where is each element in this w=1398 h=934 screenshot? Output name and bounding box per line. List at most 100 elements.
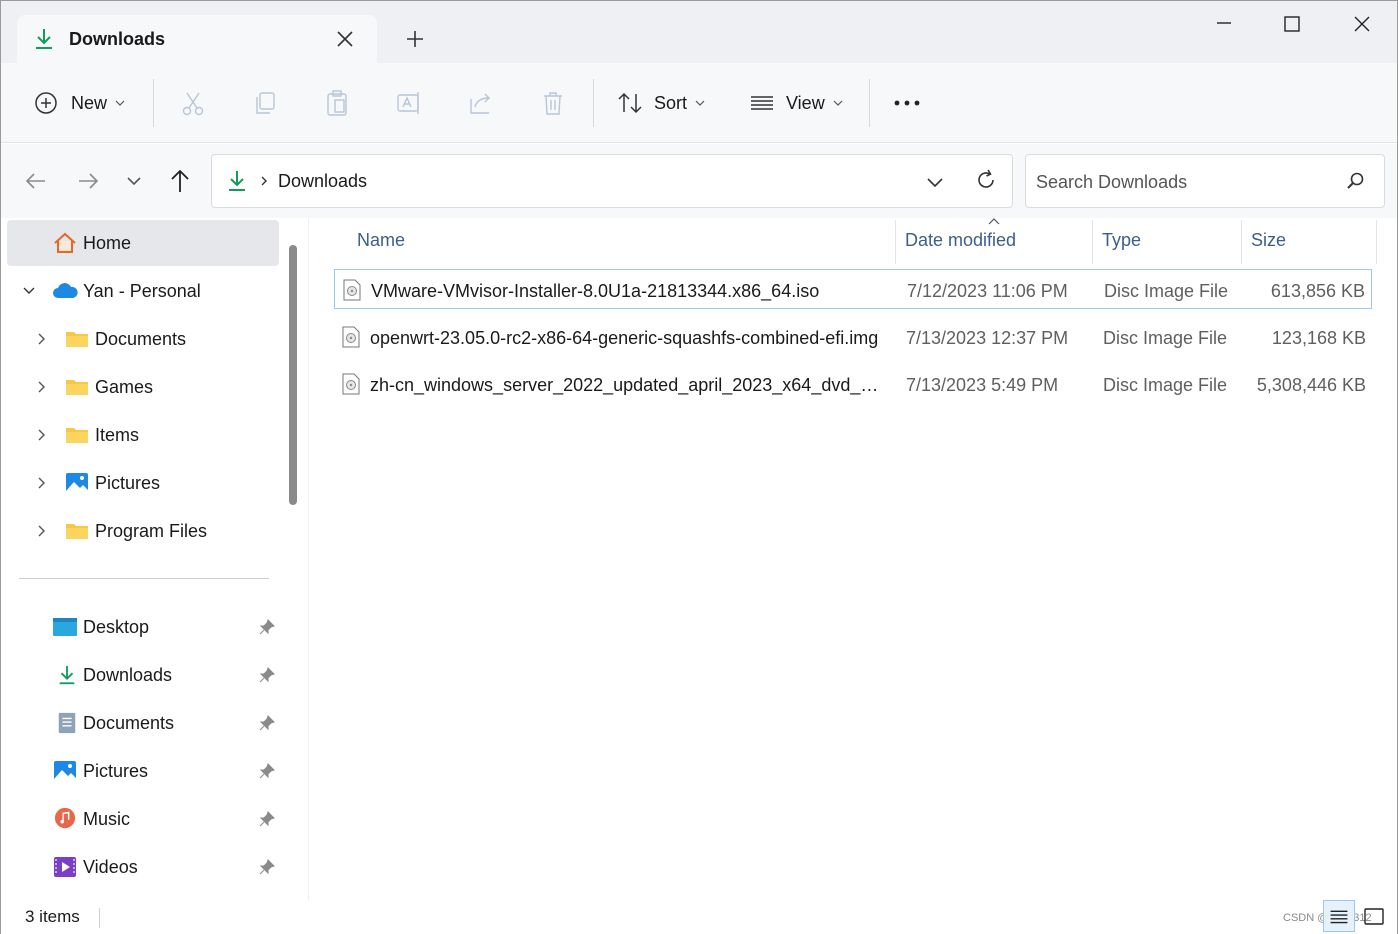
column-divider[interactable] bbox=[1376, 220, 1377, 264]
downloads-icon bbox=[59, 665, 75, 685]
copy-icon[interactable] bbox=[249, 87, 281, 119]
new-button[interactable]: New bbox=[33, 85, 125, 121]
forward-arrow-icon[interactable] bbox=[73, 166, 103, 196]
folder-icon bbox=[66, 380, 88, 395]
chevron-right-icon[interactable] bbox=[33, 379, 49, 395]
back-arrow-icon[interactable] bbox=[21, 166, 51, 196]
disc-image-file-icon bbox=[342, 326, 360, 348]
file-date: 7/13/2023 5:49 PM bbox=[906, 375, 1059, 395]
sidebar-item-downloads[interactable]: Downloads bbox=[7, 652, 279, 698]
sidebar-item-documents[interactable]: Documents bbox=[7, 316, 279, 362]
tiles-view-icon[interactable] bbox=[1361, 904, 1387, 930]
close-window-icon[interactable] bbox=[1339, 11, 1385, 43]
chevron-down-icon bbox=[695, 100, 705, 106]
column-header-date[interactable]: Date modified bbox=[905, 230, 1016, 251]
search-box[interactable] bbox=[1025, 154, 1385, 208]
chevron-right-icon[interactable] bbox=[258, 173, 270, 189]
sort-icon bbox=[618, 92, 642, 114]
delete-icon[interactable] bbox=[537, 87, 569, 119]
up-arrow-icon[interactable] bbox=[165, 166, 195, 196]
file-list: Name Date modified Type Size VMware-VMvi… bbox=[308, 218, 1397, 900]
details-view-icon[interactable] bbox=[1323, 900, 1355, 932]
sidebar-item-label: Documents bbox=[95, 328, 187, 349]
recent-locations-chevron-icon[interactable] bbox=[119, 166, 149, 196]
chevron-right-icon[interactable] bbox=[33, 523, 49, 539]
sidebar-item-music[interactable]: Music bbox=[7, 796, 279, 842]
table-row[interactable]: zh-cn_windows_server_2022_updated_april_… bbox=[334, 364, 1372, 404]
plus-circle-icon bbox=[35, 92, 57, 114]
column-header-type[interactable]: Type bbox=[1102, 230, 1141, 251]
sort-label: Sort bbox=[654, 92, 688, 113]
sidebar-item-home[interactable]: Home bbox=[7, 220, 279, 266]
minimize-icon[interactable] bbox=[1201, 11, 1247, 43]
column-header-size[interactable]: Size bbox=[1251, 230, 1286, 251]
title-bar: Downloads bbox=[1, 1, 1397, 63]
chevron-down-icon bbox=[115, 100, 125, 106]
file-date: 7/13/2023 12:37 PM bbox=[906, 328, 1069, 348]
column-header-name[interactable]: Name bbox=[357, 230, 405, 251]
pin-icon[interactable] bbox=[259, 811, 275, 827]
share-icon[interactable] bbox=[465, 87, 497, 119]
chevron-right-icon[interactable] bbox=[33, 427, 49, 443]
sidebar-item-items[interactable]: Items bbox=[7, 412, 279, 458]
sidebar-item-games[interactable]: Games bbox=[7, 364, 279, 410]
pin-icon[interactable] bbox=[259, 763, 275, 779]
separator bbox=[153, 79, 154, 127]
cut-icon[interactable] bbox=[177, 87, 209, 119]
view-button[interactable]: View bbox=[749, 85, 843, 121]
sidebar-item-documents-quick[interactable]: Documents bbox=[7, 700, 279, 746]
paste-icon[interactable] bbox=[321, 87, 353, 119]
table-row[interactable]: VMware-VMvisor-Installer-8.0U1a-21813344… bbox=[334, 269, 1372, 309]
pin-icon[interactable] bbox=[259, 667, 275, 683]
pin-icon[interactable] bbox=[259, 859, 275, 875]
breadcrumb[interactable]: Downloads bbox=[278, 171, 367, 192]
sort-button[interactable]: Sort bbox=[617, 85, 705, 121]
pictures-icon bbox=[54, 761, 76, 781]
navigation-row: Downloads bbox=[1, 144, 1397, 218]
rename-icon[interactable] bbox=[393, 87, 425, 119]
pin-icon[interactable] bbox=[259, 619, 275, 635]
search-input[interactable] bbox=[1036, 169, 1336, 195]
sidebar-item-program-files[interactable]: Program Files bbox=[7, 508, 279, 554]
maximize-icon[interactable] bbox=[1269, 11, 1315, 43]
separator bbox=[869, 79, 870, 127]
desktop-icon bbox=[53, 618, 77, 636]
tab-title: Downloads bbox=[69, 29, 166, 49]
close-tab-icon[interactable] bbox=[333, 27, 357, 51]
item-count: 3 items bbox=[25, 907, 80, 926]
sidebar-item-desktop[interactable]: Desktop bbox=[7, 604, 279, 650]
scroll-thumb[interactable] bbox=[289, 245, 297, 505]
sidebar-item-pictures[interactable]: Pictures bbox=[7, 460, 279, 506]
sidebar-item-label: Documents bbox=[83, 712, 175, 733]
navigation-pane: Home Yan - Personal Documents Games Item… bbox=[1, 218, 301, 900]
sidebar-item-onedrive[interactable]: Yan - Personal bbox=[7, 268, 279, 314]
file-size: 613,856 KB bbox=[1270, 281, 1365, 301]
tab-downloads[interactable]: Downloads bbox=[17, 15, 377, 63]
search-icon[interactable] bbox=[1344, 170, 1366, 192]
column-divider[interactable] bbox=[1092, 220, 1093, 264]
sidebar-item-pictures-quick[interactable]: Pictures bbox=[7, 748, 279, 794]
address-bar[interactable]: Downloads bbox=[211, 154, 1013, 208]
table-row[interactable]: openwrt-23.05.0-rc2-x86-64-generic-squas… bbox=[334, 317, 1372, 357]
refresh-icon[interactable] bbox=[974, 168, 998, 192]
sidebar-item-label: Items bbox=[95, 424, 140, 445]
folder-icon bbox=[66, 428, 88, 443]
chevron-right-icon[interactable] bbox=[33, 475, 49, 491]
folder-icon bbox=[66, 524, 88, 539]
sidebar-item-label: Downloads bbox=[83, 664, 173, 685]
folder-icon bbox=[66, 332, 88, 347]
column-divider[interactable] bbox=[1241, 220, 1242, 264]
pin-icon[interactable] bbox=[259, 715, 275, 731]
sidebar-item-label: Yan - Personal bbox=[83, 280, 201, 301]
more-options-icon[interactable] bbox=[891, 87, 923, 119]
new-tab-icon[interactable] bbox=[403, 27, 427, 51]
sidebar-item-videos[interactable]: Videos bbox=[7, 844, 279, 890]
chevron-right-icon[interactable] bbox=[33, 331, 49, 347]
home-icon bbox=[54, 232, 76, 253]
column-divider[interactable] bbox=[895, 220, 896, 264]
sidebar-scrollbar[interactable] bbox=[287, 245, 299, 505]
divider bbox=[19, 578, 269, 579]
address-dropdown-chevron-icon[interactable] bbox=[924, 171, 946, 193]
separator bbox=[593, 79, 594, 127]
chevron-down-icon[interactable] bbox=[21, 283, 37, 299]
